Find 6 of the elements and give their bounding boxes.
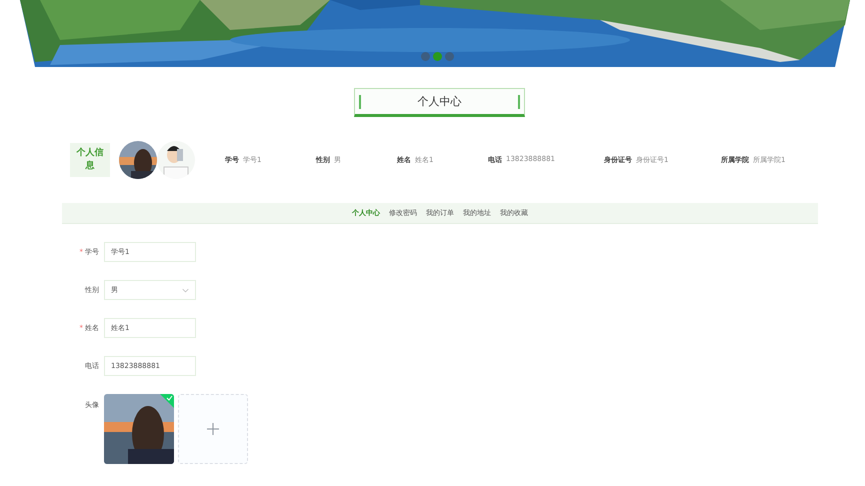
plus-icon bbox=[207, 423, 219, 435]
profile-label: 个人信息 bbox=[70, 143, 110, 177]
uploaded-image[interactable] bbox=[104, 394, 174, 464]
success-icon bbox=[160, 394, 174, 408]
chevron-icon bbox=[182, 288, 189, 292]
page-title: 个人中心 bbox=[354, 88, 525, 117]
